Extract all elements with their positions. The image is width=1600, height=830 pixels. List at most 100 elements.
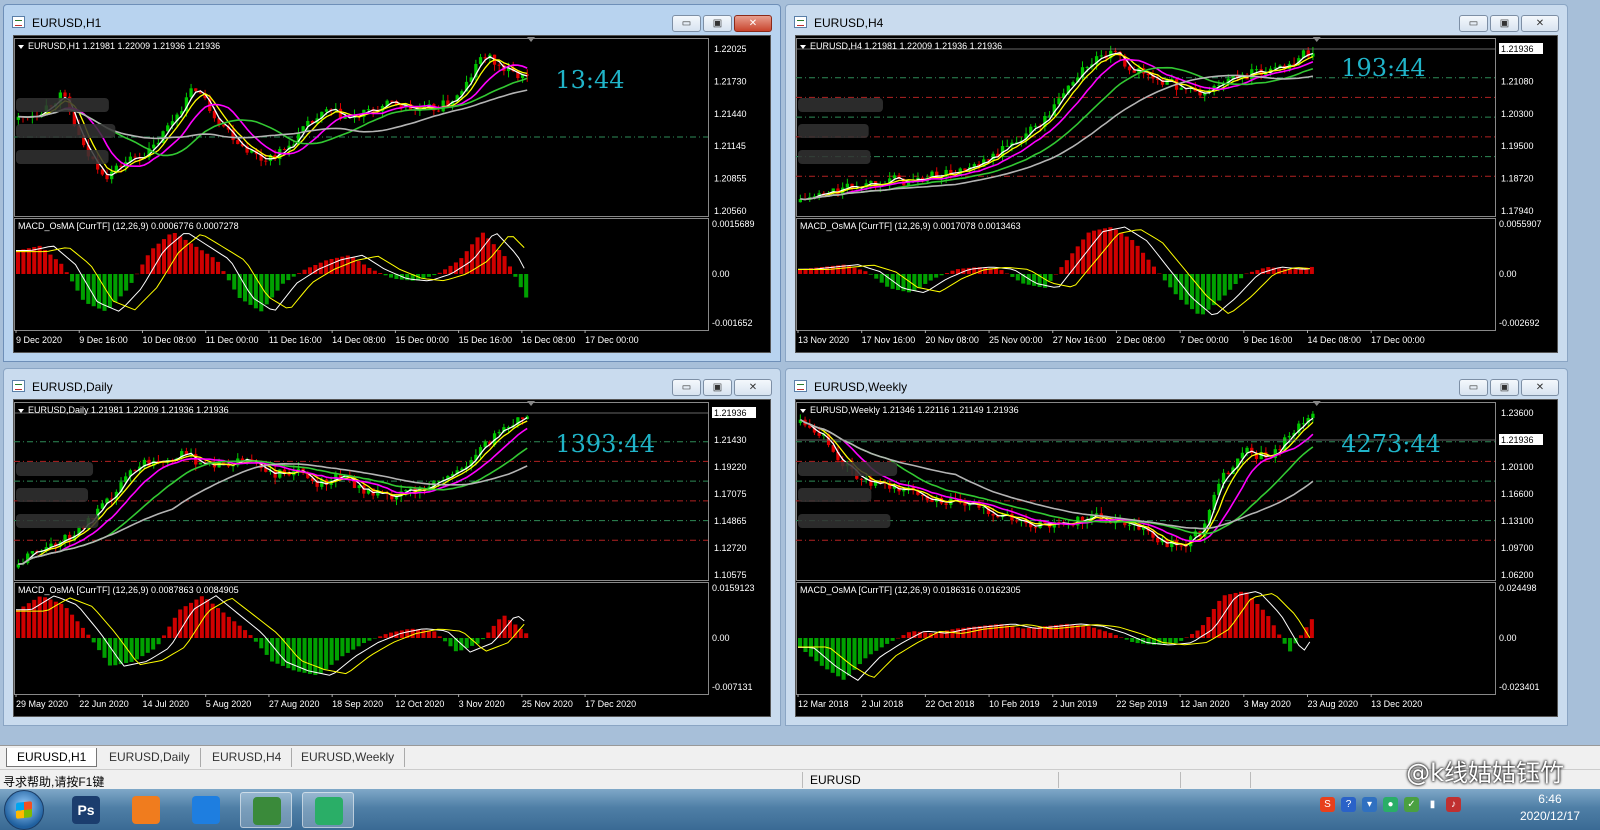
candle-body [845, 183, 850, 188]
macd-histogram-bar [64, 608, 69, 638]
minimize-button[interactable]: ▭ [1459, 15, 1488, 32]
price-chart-svg: 1.23600 1.21936 1.20100 1.16600 1.13100 1.097… [796, 401, 1543, 709]
wechat-tray-icon[interactable]: ● [1383, 797, 1398, 812]
tab-eurusd-h4[interactable]: EURUSD,H4 [202, 748, 293, 767]
macd-histogram-bar [1032, 274, 1037, 286]
time-axis-label: 2 Jun 2019 [1053, 699, 1098, 709]
network-icon[interactable]: ▮ [1425, 797, 1440, 812]
macd-histogram-bar [1309, 266, 1314, 274]
macd-histogram-bar [113, 274, 118, 303]
volume-muted-icon[interactable]: ♪ [1446, 797, 1461, 812]
shield-icon[interactable]: ▾ [1362, 797, 1377, 812]
clock-date: 2020/12/17 [1519, 809, 1580, 823]
macd-scale-label: -0.001652 [712, 318, 753, 328]
chart-menu-arrow-icon[interactable] [800, 409, 806, 413]
clock-time: 6:46 [1538, 792, 1562, 806]
taskbar-app-wechat[interactable] [302, 792, 354, 828]
chart-menu-arrow-icon[interactable] [18, 45, 24, 49]
candle-body [497, 431, 501, 434]
chart-area[interactable]: 1.21936 1.21430 1.19220 1.17075 1.14865 1.127… [13, 399, 771, 717]
close-button[interactable]: ✕ [1521, 379, 1559, 396]
minimize-button[interactable]: ▭ [672, 15, 701, 32]
chart-menu-arrow-icon[interactable] [800, 45, 806, 49]
window-titlebar[interactable]: EURUSD,H4 ▭ ▣ ✕ [786, 5, 1567, 35]
price-scale-label: 1.20100 [1501, 462, 1534, 472]
macd-histogram-bar [351, 638, 356, 650]
chart-window-eurusd-h4[interactable]: EURUSD,H4 ▭ ▣ ✕ 1.21936 1.21080 1.20300 1.19500… [785, 4, 1568, 362]
macd-histogram-bar [798, 269, 803, 274]
macd-histogram-bar [1249, 271, 1255, 274]
macd-histogram-bar [286, 274, 291, 281]
redacted-label [16, 488, 89, 502]
taskbar-app-metatrader[interactable] [240, 792, 292, 828]
macd-histogram-bar [1092, 627, 1097, 638]
close-button[interactable]: ✕ [1521, 15, 1559, 32]
macd-histogram-bar [32, 247, 37, 274]
price-scale-label: 1.21080 [1501, 76, 1534, 86]
chart-area[interactable]: 1.22025 1.21730 1.21440 1.21145 1.20855 1.205… [13, 35, 771, 353]
sogou-icon[interactable]: S [1320, 797, 1335, 812]
macd-histogram-bar [524, 274, 529, 298]
macd-histogram-bar [502, 256, 507, 274]
window-titlebar[interactable]: EURUSD,Daily ▭ ▣ ✕ [4, 369, 780, 399]
close-button[interactable]: ✕ [734, 15, 772, 32]
candle-body [991, 513, 995, 516]
macd-histogram-bar [97, 638, 102, 651]
taskbar-app-photoshop[interactable]: Ps [60, 792, 112, 828]
maximize-button[interactable]: ▣ [703, 15, 732, 32]
window-title: EURUSD,Weekly [814, 380, 908, 394]
macd-histogram-bar [134, 638, 139, 660]
chart-window-eurusd-weekly[interactable]: EURUSD,Weekly ▭ ▣ ✕ 1.23600 1.21936 1.20100 1.1… [785, 368, 1568, 726]
price-scale-label: 1.18720 [1501, 174, 1534, 184]
clock[interactable]: 6:46 2020/12/17 [1520, 791, 1580, 825]
tab-eurusd-h1[interactable]: EURUSD,H1 [6, 748, 98, 767]
macd-histogram-bar [1130, 240, 1135, 274]
metatrader-icon [253, 797, 281, 825]
macd-histogram-bar [351, 257, 356, 274]
status-separator [1180, 772, 1181, 788]
macd-histogram-bar [405, 274, 410, 281]
price-scale-label: 1.23600 [1501, 408, 1534, 418]
macd-histogram-bar [1015, 627, 1020, 638]
macd-histogram-bar [437, 272, 442, 274]
macd-histogram-bar [901, 635, 906, 638]
minimize-button[interactable]: ▭ [672, 379, 701, 396]
price-chart-svg: 1.21936 1.21080 1.20300 1.19500 1.18720 1.179… [796, 37, 1543, 345]
time-axis-label: 22 Jun 2020 [79, 699, 129, 709]
time-axis-label: 12 Oct 2020 [395, 699, 444, 709]
maximize-button[interactable]: ▣ [1490, 379, 1519, 396]
macd-histogram-bar [140, 638, 145, 657]
security-icon[interactable]: ✓ [1404, 797, 1419, 812]
maximize-button[interactable]: ▣ [1490, 15, 1519, 32]
macd-histogram-bar [1239, 274, 1244, 279]
chart-area[interactable]: 1.23600 1.21936 1.20100 1.16600 1.13100 1.097… [795, 399, 1558, 717]
chart-window-eurusd-h1[interactable]: EURUSD,H1 ▭ ▣ ✕ 1.22025 1.21730 1.21440 1.21145… [3, 4, 781, 362]
minimize-button[interactable]: ▭ [1459, 379, 1488, 396]
close-button[interactable]: ✕ [734, 379, 772, 396]
tab-eurusd-weekly[interactable]: EURUSD,Weekly [291, 748, 406, 767]
window-titlebar[interactable]: EURUSD,Weekly ▭ ▣ ✕ [786, 369, 1567, 399]
chart-area[interactable]: 1.21936 1.21080 1.20300 1.19500 1.18720 1.179… [795, 35, 1558, 353]
macd-histogram-bar [221, 612, 226, 638]
window-titlebar[interactable]: EURUSD,H1 ▭ ▣ ✕ [4, 5, 780, 35]
tab-eurusd-daily[interactable]: EURUSD,Daily [99, 748, 201, 767]
macd-histogram-bar [226, 274, 231, 281]
help-icon[interactable]: ? [1341, 797, 1356, 812]
chart-shift-marker-icon [527, 37, 536, 42]
macd-histogram-bar [1195, 274, 1200, 314]
candle-body [1099, 55, 1103, 57]
maximize-button[interactable]: ▣ [703, 379, 732, 396]
macd-histogram-bar [324, 638, 329, 670]
macd-histogram-bar [107, 638, 112, 666]
chart-menu-arrow-icon[interactable] [18, 409, 24, 413]
start-button[interactable] [4, 790, 44, 830]
chart-window-eurusd-daily[interactable]: EURUSD,Daily ▭ ▣ ✕ 1.21936 1.21430 1.19220 1.17… [3, 368, 781, 726]
macd-histogram-bar [188, 243, 194, 274]
macd-histogram-bar [950, 629, 955, 638]
redacted-label [16, 98, 109, 112]
chart-window-icon [794, 380, 807, 392]
time-axis-label: 17 Nov 16:00 [862, 335, 916, 345]
taskbar-app-meeting[interactable] [180, 792, 232, 828]
taskbar-app-media[interactable] [120, 792, 172, 828]
macd-histogram-bar [1222, 274, 1227, 296]
